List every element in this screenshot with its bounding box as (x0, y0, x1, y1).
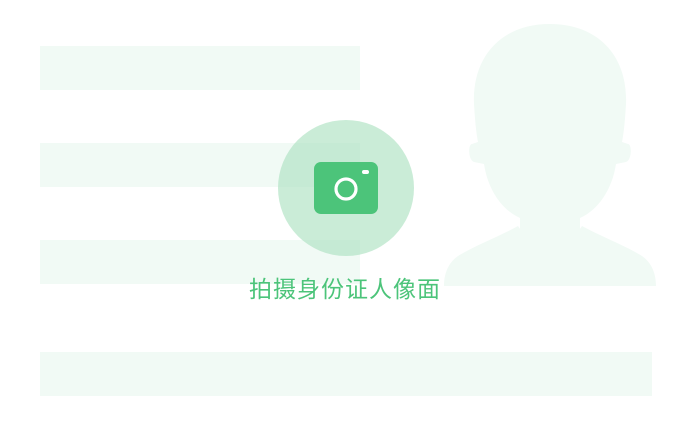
portrait-silhouette-icon (444, 24, 656, 286)
id-card-number-placeholder (40, 352, 652, 396)
id-card-text-line-placeholder (40, 46, 360, 90)
camera-icon (314, 162, 378, 214)
id-card-portrait-capture-panel: 拍摄身份证人像面 (0, 0, 690, 424)
capture-button[interactable] (278, 120, 414, 256)
capture-label[interactable]: 拍摄身份证人像面 (0, 272, 690, 308)
